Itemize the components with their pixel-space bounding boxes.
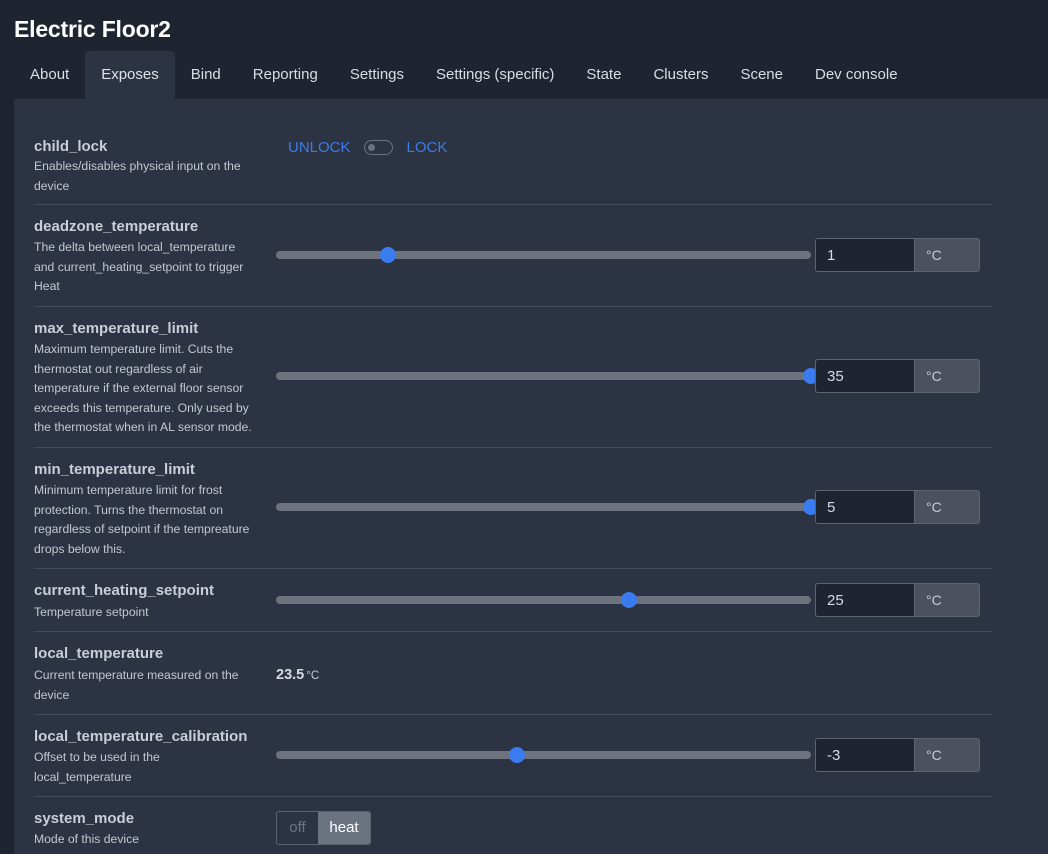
tab-exposes[interactable]: Exposes: [85, 51, 175, 99]
feature-description: Current temperature measured on the devi…: [34, 668, 239, 702]
feature-name: local_temperature_calibration: [34, 728, 248, 745]
local-temperature-calibration-input-group: °C: [815, 738, 980, 772]
max-temperature-limit-input[interactable]: [815, 359, 914, 393]
child-lock-switch[interactable]: [363, 140, 393, 155]
tab-clusters[interactable]: Clusters: [637, 51, 724, 99]
deadzone-temperature-input-group: °C: [815, 238, 980, 272]
tab-scene[interactable]: Scene: [724, 51, 799, 99]
unit-label: °C: [914, 738, 980, 772]
exposes-panel: child_lock Enables/disables physical inp…: [14, 99, 1048, 854]
unit-label: °C: [914, 490, 980, 524]
deadzone-temperature-slider[interactable]: [276, 247, 811, 263]
system-mode-off-button[interactable]: off: [277, 812, 318, 844]
feature-name: deadzone_temperature: [34, 218, 199, 235]
unit-label: °C: [914, 359, 980, 393]
slider-thumb[interactable]: [621, 592, 638, 608]
feature-name: system_mode: [34, 810, 135, 827]
expose-row-min-temperature-limit: min_temperature_limit Minimum temperatur…: [34, 448, 992, 569]
local-temperature-unit: °C: [306, 670, 320, 682]
device-title: Electric Floor2: [14, 16, 171, 42]
slider-thumb[interactable]: [508, 747, 525, 763]
switch-knob: [367, 144, 375, 151]
local-temperature-calibration-input[interactable]: [815, 738, 914, 772]
feature-description: The delta between local_temperature and …: [34, 240, 244, 293]
expose-row-child-lock: child_lock Enables/disables physical inp…: [34, 121, 992, 205]
local-temperature-reading: 23.5 °C: [276, 666, 319, 684]
system-mode-selector: off heat: [276, 811, 371, 845]
expose-row-current-heating-setpoint: current_heating_setpoint Temperature set…: [34, 569, 992, 632]
tab-about[interactable]: About: [14, 51, 85, 99]
feature-description: Mode of this device: [34, 832, 140, 846]
expose-row-system-mode: system_mode Mode of this device off heat: [34, 797, 992, 854]
min-temperature-limit-slider[interactable]: [276, 499, 819, 515]
slider-thumb[interactable]: [380, 247, 397, 263]
feature-description: Maximum temperature limit. Cuts the ther…: [34, 342, 252, 434]
feature-description: Enables/disables physical input on the d…: [34, 159, 241, 193]
tab-state[interactable]: State: [570, 51, 637, 99]
unit-label: °C: [914, 238, 980, 272]
current-heating-setpoint-slider[interactable]: [276, 592, 811, 608]
feature-name: current_heating_setpoint: [34, 582, 215, 599]
child-lock-toggle: UNLOCK LOCK: [288, 139, 447, 156]
deadzone-temperature-input[interactable]: [815, 238, 914, 272]
system-mode-heat-button[interactable]: heat: [318, 812, 370, 844]
feature-name: min_temperature_limit: [34, 461, 195, 478]
min-temperature-limit-input-group: °C: [815, 490, 980, 524]
expose-row-deadzone-temperature: deadzone_temperature The delta between l…: [34, 205, 992, 307]
unlock-label[interactable]: UNLOCK: [288, 139, 351, 156]
tab-bind[interactable]: Bind: [175, 51, 237, 99]
feature-description: Minimum temperature limit for frost prot…: [34, 483, 250, 556]
tab-dev-console[interactable]: Dev console: [799, 51, 914, 99]
current-heating-setpoint-input-group: °C: [815, 583, 980, 617]
feature-name: max_temperature_limit: [34, 320, 199, 337]
max-temperature-limit-input-group: °C: [815, 359, 980, 393]
min-temperature-limit-input[interactable]: [815, 490, 914, 524]
local-temperature-calibration-slider[interactable]: [276, 747, 811, 763]
expose-row-local-temperature-calibration: local_temperature_calibration Offset to …: [34, 715, 992, 797]
expose-row-max-temperature-limit: max_temperature_limit Maximum temperatur…: [34, 307, 992, 448]
tab-settings-specific[interactable]: Settings (specific): [420, 51, 570, 99]
tab-bar: About Exposes Bind Reporting Settings Se…: [14, 51, 914, 99]
feature-description: Temperature setpoint: [34, 605, 149, 619]
local-temperature-value: 23.5: [276, 667, 305, 683]
feature-description: Offset to be used in the local_temperatu…: [34, 750, 160, 784]
lock-label[interactable]: LOCK: [407, 139, 448, 156]
feature-name: local_temperature: [34, 645, 164, 662]
expose-row-local-temperature: local_temperature Current temperature me…: [34, 632, 992, 715]
tab-reporting[interactable]: Reporting: [237, 51, 334, 99]
tab-settings[interactable]: Settings: [334, 51, 420, 99]
feature-name: child_lock: [34, 138, 108, 155]
current-heating-setpoint-input[interactable]: [815, 583, 914, 617]
unit-label: °C: [914, 583, 980, 617]
max-temperature-limit-slider[interactable]: [276, 368, 819, 384]
